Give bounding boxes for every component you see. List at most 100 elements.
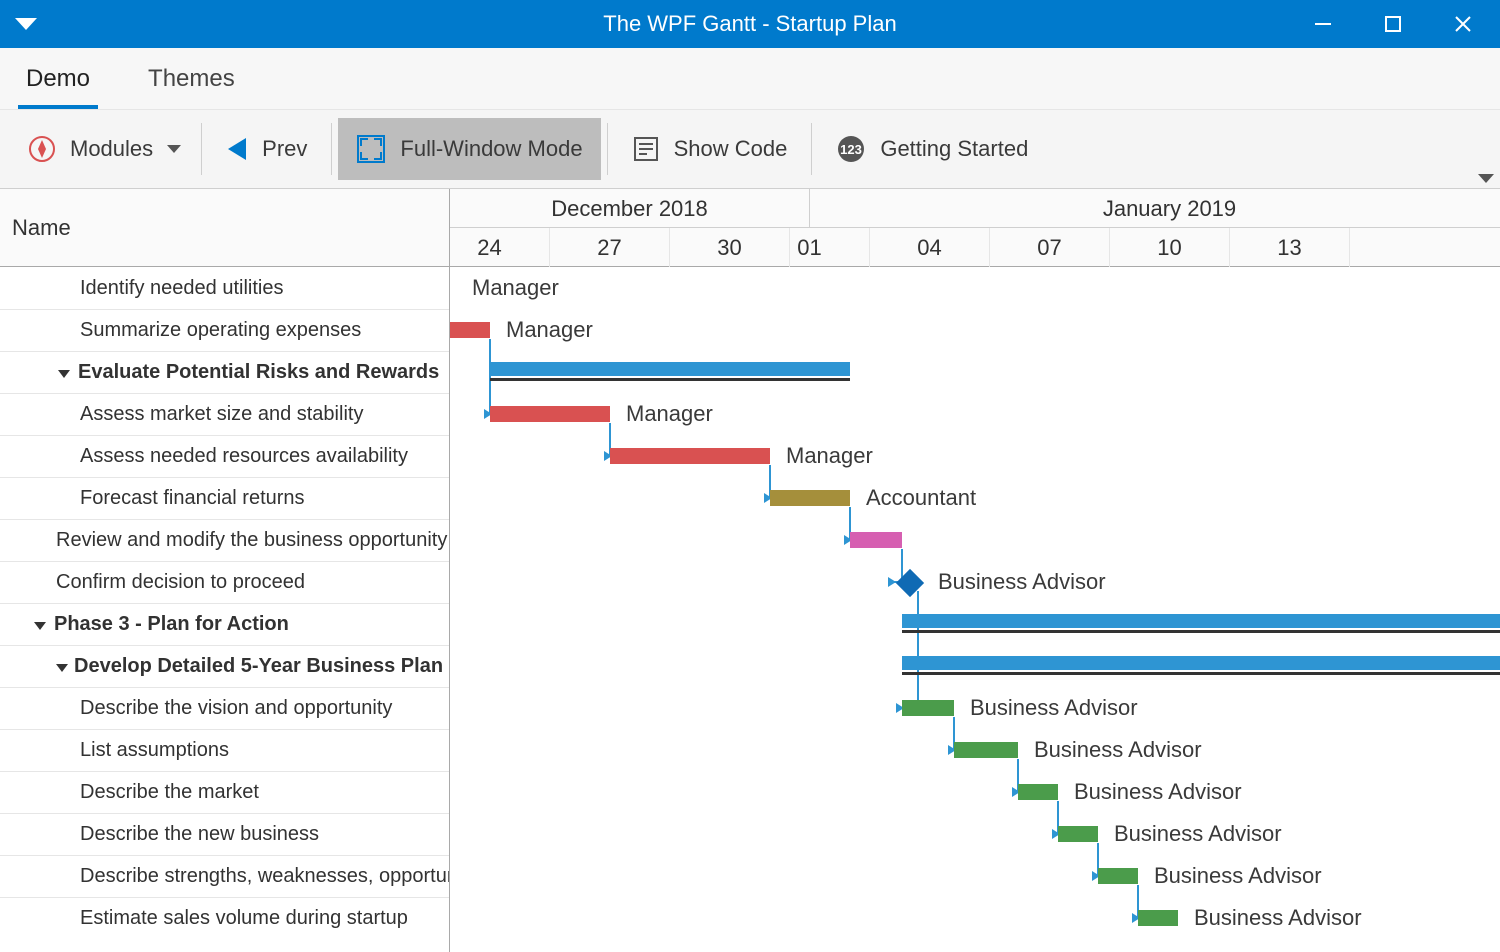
tree-row-label: Forecast financial returns (80, 487, 305, 510)
getting-started-label: Getting Started (880, 136, 1028, 162)
separator (331, 123, 332, 175)
separator (201, 123, 202, 175)
tree-row[interactable]: Confirm decision to proceed (0, 561, 449, 603)
show-code-label: Show Code (674, 136, 788, 162)
expander-icon[interactable] (56, 365, 72, 381)
expander-icon[interactable] (56, 659, 68, 675)
expander-icon[interactable] (32, 617, 48, 633)
gantt-row (450, 771, 1500, 813)
tab-demo[interactable]: Demo (18, 51, 98, 109)
gantt-task-bar[interactable] (954, 742, 1018, 758)
gantt-task-bar[interactable] (1058, 826, 1098, 842)
day-cell: 10 (1110, 228, 1230, 267)
prev-icon (226, 136, 248, 162)
modules-dropdown[interactable]: Modules (10, 118, 195, 180)
ribbon-tabstrip: Demo Themes (0, 48, 1500, 110)
svg-text:123: 123 (840, 142, 862, 157)
gantt-task-bar[interactable] (1138, 910, 1178, 926)
gantt-summary-bar[interactable] (902, 614, 1500, 628)
gantt-bar-label: Accountant (866, 485, 976, 511)
tree-row[interactable]: Estimate sales volume during startup (0, 897, 449, 939)
gantt-task-bar[interactable] (490, 406, 610, 422)
tree-row-label: Phase 3 - Plan for Action (54, 613, 289, 636)
tree-row-label: Assess needed resources availability (80, 445, 408, 468)
close-button[interactable] (1434, 0, 1492, 48)
maximize-button[interactable] (1364, 0, 1422, 48)
gantt-task-bar[interactable] (450, 322, 490, 338)
tab-themes[interactable]: Themes (140, 51, 243, 109)
gantt-bar-label: Manager (472, 275, 559, 301)
month-cell: December 2018 (450, 189, 810, 228)
minimize-button[interactable] (1294, 0, 1352, 48)
tree-row[interactable]: Describe the vision and opportunity (0, 687, 449, 729)
gantt-bar-label: Business Advisor (970, 695, 1138, 721)
gantt-summary-bar[interactable] (490, 362, 850, 376)
prev-label: Prev (262, 136, 307, 162)
full-window-label: Full-Window Mode (400, 136, 582, 162)
gantt-row (450, 519, 1500, 561)
tree-row[interactable]: Assess needed resources availability (0, 435, 449, 477)
prev-button[interactable]: Prev (208, 118, 325, 180)
gantt-task-bar[interactable] (770, 490, 850, 506)
day-cell: 24 (450, 228, 550, 267)
toolbar: Modules Prev Full-Window Mode Show Code … (0, 110, 1500, 188)
gantt-bar-label: Business Advisor (1194, 905, 1362, 931)
code-icon (632, 135, 660, 163)
gantt-task-bar[interactable] (902, 700, 954, 716)
gantt-row (450, 855, 1500, 897)
show-code-button[interactable]: Show Code (614, 118, 806, 180)
separator (811, 123, 812, 175)
tree-row-label: Evaluate Potential Risks and Rewards (78, 361, 439, 384)
day-cell: 04 (870, 228, 990, 267)
getting-started-icon: 123 (836, 134, 866, 164)
tree-row[interactable]: Describe the market (0, 771, 449, 813)
tree-row[interactable]: List assumptions (0, 729, 449, 771)
tree-row-label: Summarize operating expenses (80, 319, 361, 342)
tree-row[interactable]: Evaluate Potential Risks and Rewards (0, 351, 449, 393)
gantt-summary-bar[interactable] (902, 656, 1500, 670)
tree-rows: Identify needed utilities Summarize opera… (0, 267, 449, 952)
month-cell: January 2019 (810, 189, 1500, 228)
tree-column-header[interactable]: Name (0, 189, 449, 267)
gantt-bar-label: Business Advisor (1034, 737, 1202, 763)
gantt-bar-label: Business Advisor (1114, 821, 1282, 847)
tree-row[interactable]: Assess market size and stability (0, 393, 449, 435)
gantt-timeline-pane[interactable]: December 2018January 2019 24273001040710… (450, 189, 1500, 952)
gantt-content: Name Identify needed utilities Summarize … (0, 188, 1500, 952)
getting-started-button[interactable]: 123 Getting Started (818, 118, 1046, 180)
gantt-task-bar[interactable] (610, 448, 770, 464)
separator (607, 123, 608, 175)
gantt-bar-label: Business Advisor (1154, 863, 1322, 889)
tree-row[interactable]: Identify needed utilities (0, 267, 449, 309)
system-menu-button[interactable] (8, 0, 44, 48)
tree-row[interactable]: Review and modify the business opportuni… (0, 519, 449, 561)
gantt-row (450, 813, 1500, 855)
gantt-bar-label: Business Advisor (1074, 779, 1242, 805)
tree-row-label: Confirm decision to proceed (56, 571, 305, 594)
tree-row-label: Estimate sales volume during startup (80, 907, 408, 930)
gantt-bar-label: Manager (506, 317, 593, 343)
tree-row[interactable]: Summarize operating expenses (0, 309, 449, 351)
tree-row[interactable]: Forecast financial returns (0, 477, 449, 519)
gantt-task-bar[interactable] (1098, 868, 1138, 884)
tree-row-label: Review and modify the business opportuni… (56, 529, 447, 552)
day-cell: 07 (990, 228, 1110, 267)
tree-row[interactable]: Develop Detailed 5-Year Business Plan (0, 645, 449, 687)
tree-row-label: Describe the vision and opportunity (80, 697, 392, 720)
tree-row[interactable]: Describe the new business (0, 813, 449, 855)
tree-row-label: Assess market size and stability (80, 403, 363, 426)
ribbon-expand-toggle[interactable] (1478, 172, 1494, 184)
tree-row-label: Describe the market (80, 781, 259, 804)
tree-row[interactable]: Phase 3 - Plan for Action (0, 603, 449, 645)
timeline-header: December 2018January 2019 24273001040710… (450, 189, 1500, 267)
gantt-body[interactable]: ManagerManagerManagerManagerAccountantBu… (450, 267, 1500, 952)
gantt-task-bar[interactable] (1018, 784, 1058, 800)
chevron-down-icon (167, 142, 181, 156)
titlebar: The WPF Gantt - Startup Plan (0, 0, 1500, 48)
task-tree-pane: Name Identify needed utilities Summarize … (0, 189, 450, 952)
window-title: The WPF Gantt - Startup Plan (0, 11, 1500, 37)
gantt-task-bar[interactable] (850, 532, 902, 548)
tree-row[interactable]: Describe strengths, weaknesses, opportun… (0, 855, 449, 897)
full-window-button[interactable]: Full-Window Mode (338, 118, 600, 180)
gantt-bar-label: Manager (626, 401, 713, 427)
